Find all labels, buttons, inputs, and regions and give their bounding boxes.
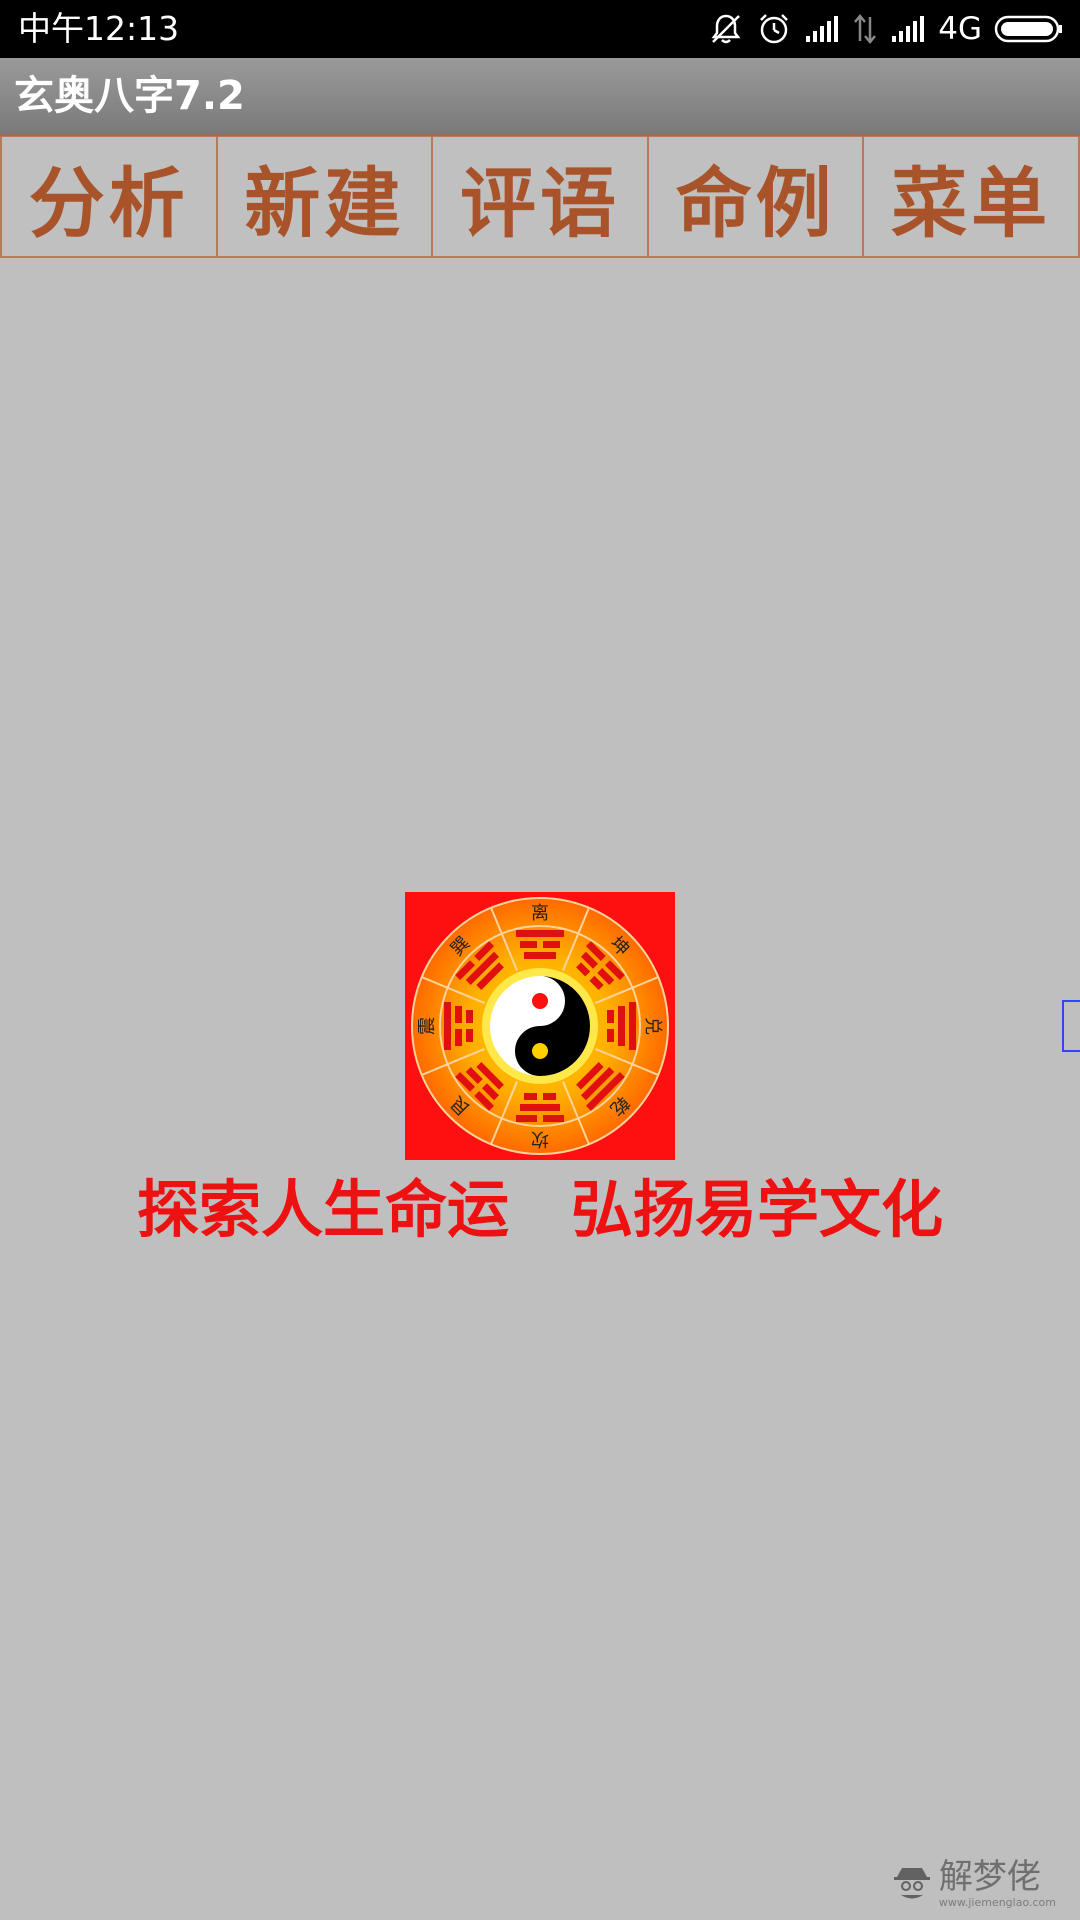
side-drawer-handle[interactable] [1062, 1000, 1080, 1052]
trigram-label: 震 [417, 1017, 438, 1035]
watermark-url: www.jiemenglao.com [938, 1896, 1056, 1909]
menu-bar: 分析 新建 评语 命例 菜单 [0, 136, 1080, 258]
trigram-label: 离 [531, 903, 549, 924]
menu-analyze-button[interactable]: 分析 [0, 137, 218, 256]
status-icons: 4G [708, 8, 1064, 50]
slogan-text: 探索人生命运 弘扬易学文化 [136, 1173, 943, 1246]
app-title: 玄奥八字7.2 [14, 73, 245, 119]
bagua-icon: 离坤兑乾坎艮震巽 [405, 892, 675, 1160]
signal-icon [890, 14, 926, 44]
alarm-icon [756, 11, 792, 47]
screen: 中午12:13 4G 玄奥八字7.2 分析 新建 评语 命例 菜单 离 坤 兑 … [0, 0, 1080, 1920]
battery-icon [994, 13, 1064, 45]
detective-icon [891, 1861, 933, 1907]
watermark: 解梦佬 www.jiemenglao.com [891, 1858, 1056, 1910]
menu-new-button[interactable]: 新建 [217, 137, 434, 256]
trigram-label: 坎 [531, 1128, 549, 1149]
app-title-bar: 玄奥八字7.2 [0, 58, 1080, 136]
signal-icon [804, 14, 840, 44]
status-bar: 中午12:13 4G [0, 0, 1080, 58]
network-type: 4G [938, 11, 982, 47]
mute-icon [708, 11, 744, 47]
data-arrows-icon [852, 13, 878, 45]
watermark-name: 解梦佬 [938, 1857, 1041, 1897]
trigram-label: 兑 [642, 1017, 663, 1035]
menu-comment-button[interactable]: 评语 [433, 137, 649, 256]
bagua-logo: 离坤兑乾坎艮震巽 [405, 892, 675, 1160]
menu-more-button[interactable]: 菜单 [864, 137, 1080, 256]
menu-examples-button[interactable]: 命例 [648, 137, 865, 256]
status-time: 中午12:13 [18, 9, 180, 48]
